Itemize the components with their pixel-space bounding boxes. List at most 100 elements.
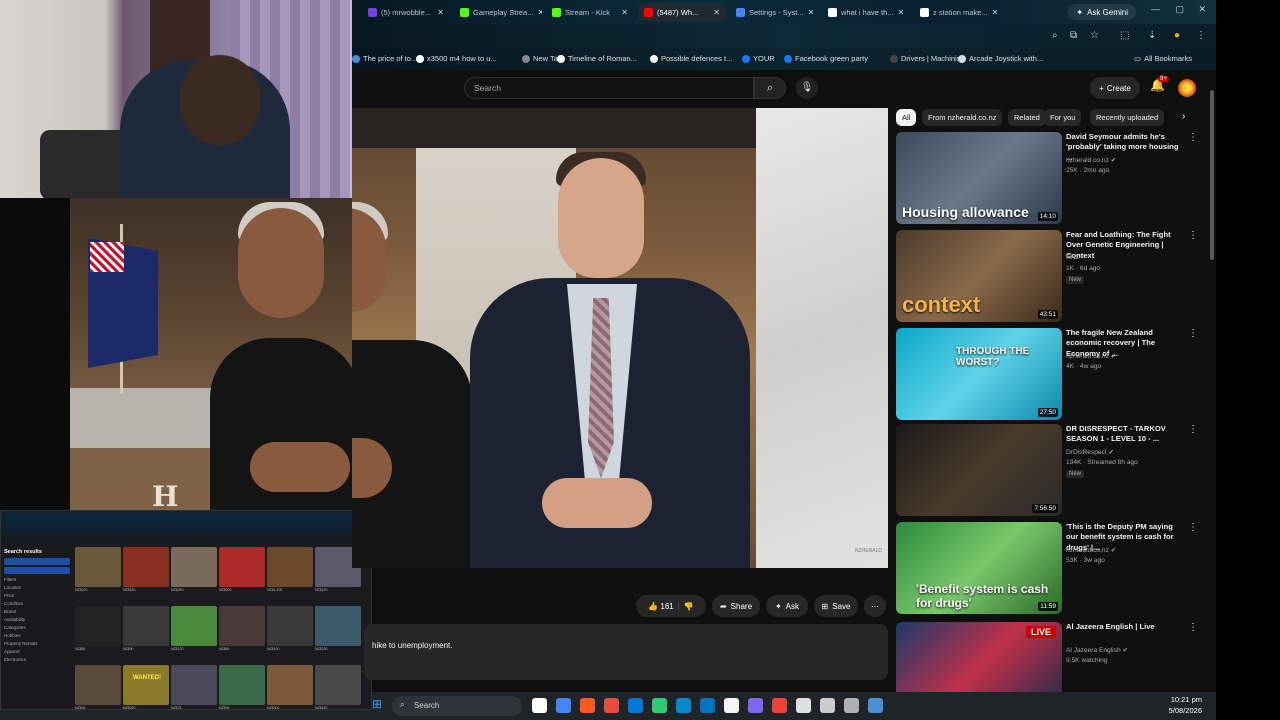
recommendation-thumbnail[interactable]: 7:56:50: [896, 424, 1062, 516]
bookmark-item[interactable]: The price of to...: [352, 54, 417, 63]
close-tab-icon[interactable]: ✕: [621, 8, 628, 17]
close-tab-icon[interactable]: ✕: [898, 8, 905, 17]
taskbar-app-icon[interactable]: [628, 698, 643, 713]
recommendation-thumbnail[interactable]: Housing allowance 14:10: [896, 132, 1062, 224]
more-options-icon[interactable]: ⋮: [1188, 522, 1198, 533]
browser-tab[interactable]: Stream - Kick ✕: [546, 3, 634, 21]
all-bookmarks-button[interactable]: ▭ All Bookmarks: [1134, 54, 1192, 63]
save-button[interactable]: ⊞ Save: [814, 595, 858, 617]
account-avatar[interactable]: [1178, 79, 1196, 97]
browser-tab[interactable]: Gameplay Strea... ✕: [454, 3, 542, 21]
search-input[interactable]: Search: [464, 77, 754, 99]
browser-tab[interactable]: what i have th... ✕: [822, 3, 910, 21]
recommendation-thumbnail[interactable]: THROUGH THE WORST? 27:50: [896, 328, 1062, 420]
more-actions-button[interactable]: ⋯: [864, 595, 886, 617]
close-tab-icon[interactable]: ✕: [537, 8, 542, 17]
browser-tab[interactable]: Settings - Syst... ✕: [730, 3, 818, 21]
extensions-icon[interactable]: ⬚: [1120, 30, 1129, 41]
more-options-icon[interactable]: ⋮: [1188, 132, 1198, 143]
taskbar-app-icon[interactable]: [748, 698, 763, 713]
browser-tab[interactable]: (5) mrwobble... ✕: [362, 3, 450, 21]
taskbar-app-icon[interactable]: [724, 698, 739, 713]
taskbar-app-icon[interactable]: [844, 698, 859, 713]
close-tab-icon[interactable]: ✕: [437, 8, 444, 17]
bookmark-star-icon[interactable]: ☆: [1090, 30, 1099, 41]
scrollbar-thumb[interactable]: [1210, 90, 1214, 260]
close-window-icon[interactable]: ✕: [1198, 4, 1206, 15]
taskbar-app-icon[interactable]: [772, 698, 787, 713]
taskbar-clock[interactable]: 10:21 pm 5/08/2026: [1169, 695, 1202, 717]
dislike-button[interactable]: 👎: [684, 602, 694, 611]
mini-listing-price: NZ$220: [75, 588, 88, 592]
chip-all[interactable]: All: [896, 109, 917, 126]
search-page-icon[interactable]: ⌕: [1052, 30, 1058, 41]
taskbar-search[interactable]: ⌕ Search: [392, 696, 522, 716]
more-options-icon[interactable]: ⋮: [1188, 424, 1198, 435]
page-scrollbar[interactable]: [1208, 80, 1216, 690]
like-button[interactable]: 👍 161: [648, 602, 674, 611]
description-box[interactable]: hike to unemployment.: [364, 624, 888, 680]
recommendation-item[interactable]: 7:56:50 DR DISRESPECT - TARKOV SEASON 1 -…: [896, 424, 1208, 516]
taskbar-app-icon[interactable]: [700, 698, 715, 713]
bookmark-item[interactable]: Facebook green party: [784, 54, 868, 63]
recommendation-thumbnail[interactable]: 'Benefit system is cash for drugs' 11:59: [896, 522, 1062, 614]
more-options-icon[interactable]: ⋮: [1188, 328, 1198, 339]
search-button[interactable]: ⌕: [754, 77, 786, 99]
channel-name[interactable]: nzherald.co.nz ✔: [1066, 546, 1116, 554]
recommendation-title[interactable]: Al Jazeera English | Live: [1066, 622, 1182, 632]
taskbar-app-icon[interactable]: [532, 698, 547, 713]
bookmark-item[interactable]: Drivers | Machinist: [890, 54, 963, 63]
chip-related[interactable]: Related: [1008, 109, 1046, 126]
recommendation-title[interactable]: Fear and Loathing: The Fight Over Geneti…: [1066, 230, 1182, 261]
recommendation-item[interactable]: Housing allowance 14:10 David Seymour admi…: [896, 132, 1208, 224]
windows-start-icon[interactable]: ⊞: [372, 697, 387, 712]
taskbar-app-icon[interactable]: [580, 698, 595, 713]
bookmark-item[interactable]: YOUR: [742, 54, 775, 63]
taskbar-app-icon[interactable]: [652, 698, 667, 713]
bookmark-item[interactable]: Possible defences t...: [650, 54, 732, 63]
chip-for-you[interactable]: For you: [1044, 109, 1082, 126]
recommendation-item[interactable]: THROUGH THE WORST? 27:50 The fragile New Z…: [896, 328, 1208, 420]
recommendation-thumbnail[interactable]: context 43:51: [896, 230, 1062, 322]
channel-name[interactable]: Al Jazeera English ✔: [1066, 646, 1128, 654]
close-tab-icon[interactable]: ✕: [713, 8, 720, 17]
video-player[interactable]: NZHERALD: [352, 108, 888, 568]
channel-name[interactable]: nzherald.co.nz ✔: [1066, 156, 1116, 164]
recommendation-item[interactable]: 'Benefit system is cash for drugs' 11:59 '…: [896, 522, 1208, 614]
minimize-icon[interactable]: —: [1151, 4, 1160, 14]
maximize-icon[interactable]: ▢: [1175, 4, 1184, 15]
install-icon[interactable]: ⧉: [1070, 30, 1077, 41]
bookmark-item[interactable]: Timeline of Roman...: [557, 54, 637, 63]
chip-from-nzherald-co-nz[interactable]: From nzherald.co.nz: [922, 109, 1003, 126]
channel-name[interactable]: RNZ: [1066, 254, 1080, 261]
recommendation-item[interactable]: context 43:51 Fear and Loathing: The Fight…: [896, 230, 1208, 322]
browser-tab[interactable]: z station make... ✕: [914, 3, 1002, 21]
close-tab-icon[interactable]: ✕: [992, 8, 999, 17]
ask-gemini-button[interactable]: ✦ Ask Gemini: [1068, 4, 1136, 20]
more-options-icon[interactable]: ⋮: [1188, 230, 1198, 241]
taskbar-app-icon[interactable]: [796, 698, 811, 713]
taskbar-app-icon[interactable]: [604, 698, 619, 713]
taskbar-app-icon[interactable]: [676, 698, 691, 713]
create-button[interactable]: + Create: [1090, 77, 1140, 99]
browser-tab[interactable]: (5487) Wh... ✕: [638, 3, 726, 21]
chip-recently-uploaded[interactable]: Recently uploaded: [1090, 109, 1165, 126]
close-tab-icon[interactable]: ✕: [808, 8, 815, 17]
more-options-icon[interactable]: ⋮: [1188, 622, 1198, 633]
channel-name[interactable]: nzherald.co.nz ✔: [1066, 352, 1116, 360]
recommendation-title[interactable]: DR DISRESPECT - TARKOV SEASON 1 - LEVEL …: [1066, 424, 1182, 445]
taskbar-app-icon[interactable]: [556, 698, 571, 713]
voice-search-button[interactable]: 🎙: [796, 77, 818, 99]
mini-listing-image: [219, 547, 265, 587]
ask-button[interactable]: ✦ Ask: [766, 595, 808, 617]
bookmark-item[interactable]: x3500 m4 how to u...: [416, 54, 497, 63]
chevron-right-icon[interactable]: ›: [1182, 111, 1185, 122]
taskbar-app-icon[interactable]: [868, 698, 883, 713]
share-button[interactable]: ➦ Share: [712, 595, 760, 617]
download-icon[interactable]: ⇣: [1148, 30, 1156, 41]
menu-kebab-icon[interactable]: ⋮: [1196, 30, 1206, 41]
taskbar-app-icon[interactable]: [820, 698, 835, 713]
profile-icon[interactable]: ●: [1174, 30, 1180, 41]
channel-name[interactable]: DrDisRespect ✔: [1066, 448, 1114, 456]
bookmark-item[interactable]: Arcade Joystick with...: [958, 54, 1043, 63]
